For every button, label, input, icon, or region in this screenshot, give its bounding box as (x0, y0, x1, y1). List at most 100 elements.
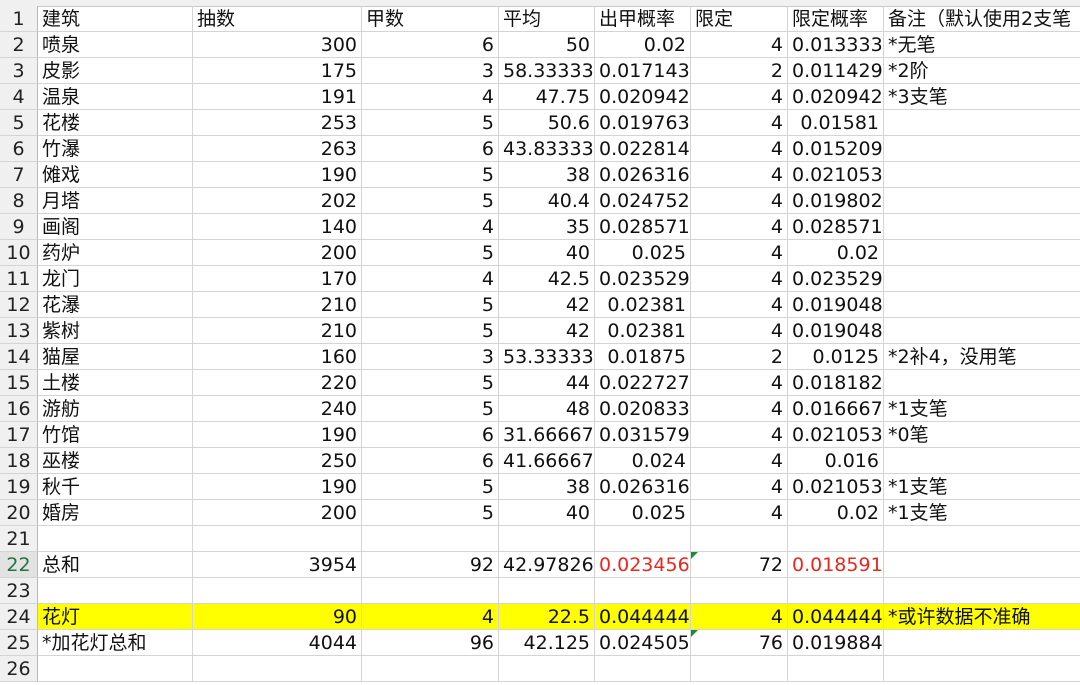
limited-rate-cell[interactable]: 0.013333 (788, 32, 884, 58)
top-count-cell[interactable]: 3 (362, 344, 499, 370)
notes-cell[interactable] (884, 292, 1080, 318)
spreadsheet-grid[interactable]: 1 建筑 抽数 甲数 平均 出甲概率 限定 限定概率 备注（默认使用2支笔 2喷… (0, 0, 1080, 685)
building-cell[interactable]: 花瀑 (38, 292, 193, 318)
notes-cell[interactable]: *1支笔 (884, 474, 1080, 500)
limited-cell[interactable]: 4 (691, 240, 788, 266)
row-number[interactable]: 2 (0, 32, 38, 58)
top-rate-cell[interactable]: 0.028571 (595, 214, 691, 240)
limited-rate-cell[interactable]: 0.01581 (788, 110, 884, 136)
notes-cell[interactable]: *1支笔 (884, 500, 1080, 526)
building-cell[interactable]: 巫楼 (38, 448, 193, 474)
notes-cell[interactable] (884, 136, 1080, 162)
lantern-draws[interactable]: 90 (193, 604, 362, 630)
cell[interactable] (499, 578, 595, 604)
cell[interactable] (884, 578, 1080, 604)
limited-cell[interactable]: 4 (691, 32, 788, 58)
building-cell[interactable]: 温泉 (38, 84, 193, 110)
top-count-cell[interactable]: 5 (362, 474, 499, 500)
draws-cell[interactable]: 160 (193, 344, 362, 370)
average-cell[interactable]: 50 (499, 32, 595, 58)
row-number[interactable]: 4 (0, 84, 38, 110)
top-rate-cell[interactable]: 0.023529 (595, 266, 691, 292)
top-count-cell[interactable]: 5 (362, 318, 499, 344)
draws-cell[interactable]: 200 (193, 240, 362, 266)
limited-rate-cell[interactable]: 0.019802 (788, 188, 884, 214)
limited-rate-cell[interactable]: 0.0125 (788, 344, 884, 370)
cell[interactable] (788, 578, 884, 604)
row-number[interactable]: 13 (0, 318, 38, 344)
draws-cell[interactable]: 170 (193, 266, 362, 292)
draws-cell[interactable]: 191 (193, 84, 362, 110)
notes-cell[interactable]: *3支笔 (884, 84, 1080, 110)
cell[interactable] (884, 656, 1080, 682)
lantern-limited[interactable]: 4 (691, 604, 788, 630)
cell[interactable] (691, 526, 788, 552)
average-cell[interactable]: 53.33333 (499, 344, 595, 370)
draws-cell[interactable]: 240 (193, 396, 362, 422)
row-number[interactable]: 15 (0, 370, 38, 396)
notes-cell[interactable] (884, 214, 1080, 240)
building-cell[interactable]: 花楼 (38, 110, 193, 136)
top-rate-cell[interactable]: 0.02381 (595, 318, 691, 344)
row-number[interactable]: 1 (0, 6, 38, 32)
limited-rate-cell[interactable]: 0.021053 (788, 422, 884, 448)
cell[interactable] (38, 656, 193, 682)
row-number[interactable]: 11 (0, 266, 38, 292)
limited-cell[interactable]: 4 (691, 318, 788, 344)
row-number[interactable]: 22 (0, 552, 38, 578)
total-limited[interactable]: 72 (691, 552, 788, 578)
limited-cell[interactable]: 4 (691, 110, 788, 136)
top-rate-cell[interactable]: 0.02381 (595, 292, 691, 318)
notes-cell[interactable] (884, 266, 1080, 292)
limited-cell[interactable]: 4 (691, 396, 788, 422)
average-cell[interactable]: 43.83333 (499, 136, 595, 162)
cell[interactable] (193, 578, 362, 604)
top-count-cell[interactable]: 5 (362, 240, 499, 266)
cell[interactable] (38, 526, 193, 552)
limited-cell[interactable]: 4 (691, 188, 788, 214)
notes-cell[interactable]: *无笔 (884, 32, 1080, 58)
cell[interactable] (691, 578, 788, 604)
average-cell[interactable]: 41.66667 (499, 448, 595, 474)
draws-cell[interactable]: 140 (193, 214, 362, 240)
limited-rate-cell[interactable]: 0.021053 (788, 474, 884, 500)
draws-cell[interactable]: 210 (193, 292, 362, 318)
top-rate-cell[interactable]: 0.024 (595, 448, 691, 474)
row-number[interactable]: 3 (0, 58, 38, 84)
cell[interactable] (788, 656, 884, 682)
cell[interactable] (595, 578, 691, 604)
total-with-lantern-top-count[interactable]: 96 (362, 630, 499, 656)
limited-rate-cell[interactable]: 0.021053 (788, 162, 884, 188)
limited-rate-cell[interactable]: 0.02 (788, 500, 884, 526)
lantern-notes[interactable]: *或许数据不准确 (884, 604, 1080, 630)
average-cell[interactable]: 47.75 (499, 84, 595, 110)
top-count-cell[interactable]: 6 (362, 448, 499, 474)
top-rate-cell[interactable]: 0.022727 (595, 370, 691, 396)
top-rate-cell[interactable]: 0.025 (595, 240, 691, 266)
limited-rate-cell[interactable]: 0.018182 (788, 370, 884, 396)
top-rate-cell[interactable]: 0.031579 (595, 422, 691, 448)
building-cell[interactable]: 秋千 (38, 474, 193, 500)
average-cell[interactable]: 40.4 (499, 188, 595, 214)
total-with-lantern-limited[interactable]: 76 (691, 630, 788, 656)
top-count-cell[interactable]: 5 (362, 500, 499, 526)
notes-cell[interactable]: *1支笔 (884, 396, 1080, 422)
draws-cell[interactable]: 175 (193, 58, 362, 84)
draws-cell[interactable]: 202 (193, 188, 362, 214)
building-cell[interactable]: 药炉 (38, 240, 193, 266)
row-number[interactable]: 19 (0, 474, 38, 500)
average-cell[interactable]: 31.66667 (499, 422, 595, 448)
total-with-lantern-top-rate[interactable]: 0.024505 (595, 630, 691, 656)
draws-cell[interactable]: 210 (193, 318, 362, 344)
limited-rate-cell[interactable]: 0.011429 (788, 58, 884, 84)
limited-rate-cell[interactable]: 0.016667 (788, 396, 884, 422)
limited-rate-cell[interactable]: 0.015209 (788, 136, 884, 162)
lantern-top-rate[interactable]: 0.044444 (595, 604, 691, 630)
draws-cell[interactable]: 253 (193, 110, 362, 136)
average-cell[interactable]: 35 (499, 214, 595, 240)
notes-cell[interactable] (884, 318, 1080, 344)
row-number[interactable]: 23 (0, 578, 38, 604)
top-rate-cell[interactable]: 0.01875 (595, 344, 691, 370)
row-number[interactable]: 9 (0, 214, 38, 240)
average-cell[interactable]: 42.5 (499, 266, 595, 292)
